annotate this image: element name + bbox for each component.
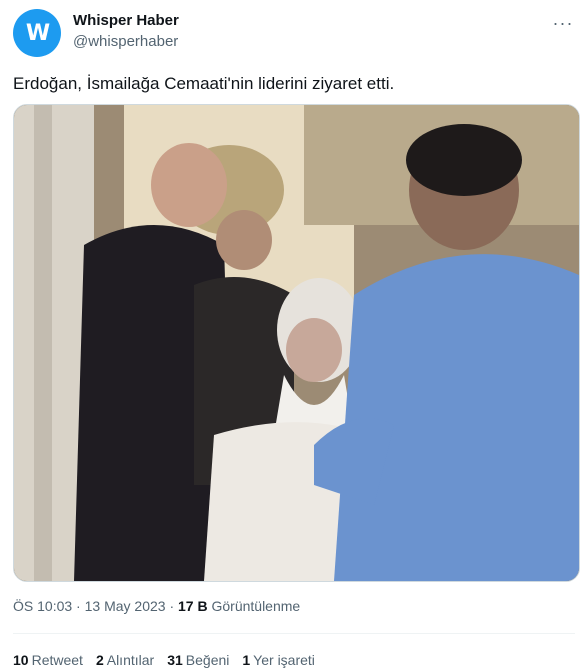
tweet-header: W Whisper Haber @whisperhaber ···	[13, 9, 575, 59]
likes-label: Beğeni	[185, 652, 230, 668]
divider	[13, 633, 575, 634]
more-dots-icon[interactable]: ···	[551, 13, 575, 33]
bookmarks-stat[interactable]: 1 Yer işareti	[242, 652, 315, 668]
tweet-text: Erdoğan, İsmailağa Cemaati'nin liderini …	[13, 74, 395, 93]
quotes-stat[interactable]: 2 Alıntılar	[96, 652, 154, 668]
engagement-stats: 10 Retweet 2 Alıntılar 31 Beğeni 1 Yer işare…	[13, 652, 315, 668]
tweet-media-image[interactable]	[13, 104, 580, 582]
retweets-count: 10	[13, 652, 29, 668]
views-count: 17 B	[178, 598, 208, 614]
quotes-label: Alıntılar	[106, 652, 155, 668]
tweet-date[interactable]: 13 May 2023	[85, 598, 166, 614]
likes-count: 31	[167, 652, 183, 668]
retweets-stat[interactable]: 10 Retweet	[13, 652, 83, 668]
tweet-time[interactable]: ÖS 10:03	[13, 598, 72, 614]
likes-stat[interactable]: 31 Beğeni	[167, 652, 229, 668]
author-handle[interactable]: @whisperhaber	[73, 33, 178, 50]
bookmarks-label: Yer işareti	[253, 652, 315, 668]
bookmarks-count: 1	[242, 652, 251, 668]
views-label: Görüntülenme	[207, 598, 301, 614]
meta-separator: ·	[72, 598, 85, 614]
tweet-meta: ÖS 10:03 · 13 May 2023 · 17 B Görüntülen…	[13, 598, 300, 614]
retweets-label: Retweet	[31, 652, 83, 668]
quotes-count: 2	[95, 652, 104, 668]
meta-separator: ·	[165, 598, 179, 614]
media-photo	[14, 105, 579, 581]
avatar-logo: W	[25, 20, 50, 46]
author-avatar[interactable]: W	[13, 9, 61, 57]
author-name[interactable]: Whisper Haber	[73, 12, 179, 29]
